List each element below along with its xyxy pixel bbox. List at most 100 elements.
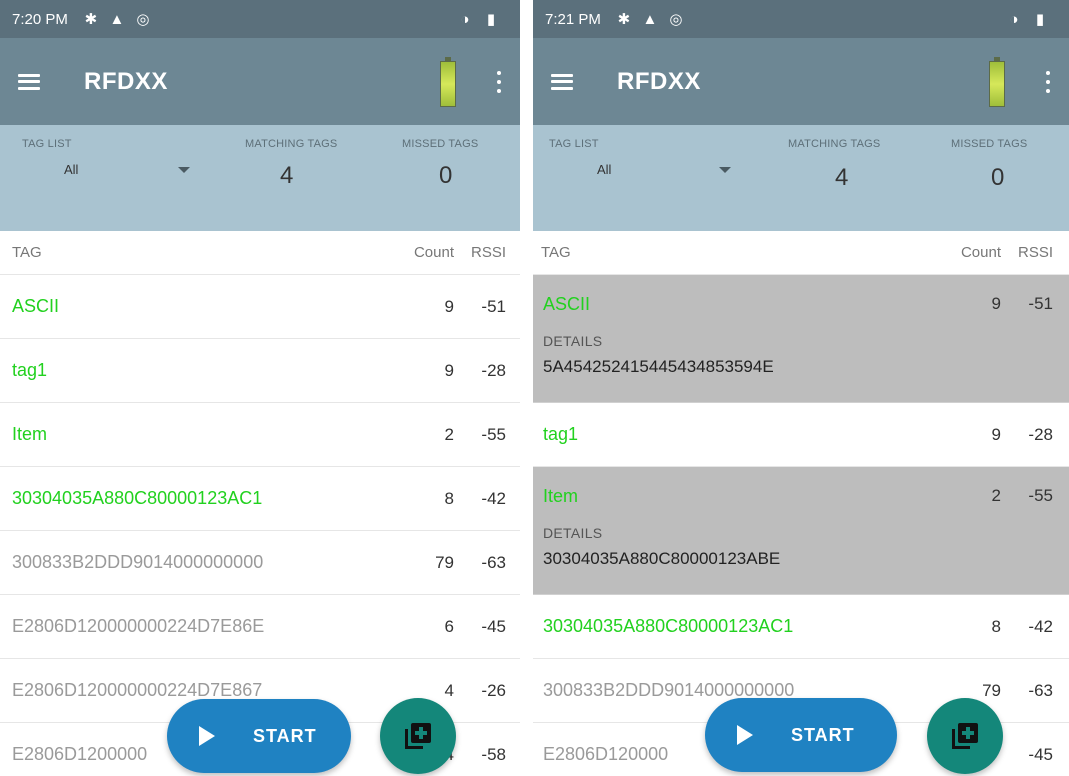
header-count: Count — [960, 244, 1001, 261]
phone-screen-left: 7:20 PM ✱ ▲ ◎ ◑ ▮ RFDXX TAG LIST All MAT… — [0, 0, 520, 776]
tag-count: 4 — [444, 680, 454, 700]
tag-row[interactable]: tag1 9 -28 — [533, 403, 1069, 467]
tag-count: 8 — [444, 488, 454, 508]
tag-rssi: -55 — [1028, 486, 1053, 505]
status-time: 7:21 PM — [545, 10, 601, 28]
sync-icon: ◎ — [669, 11, 683, 28]
add-to-list-button[interactable] — [927, 698, 1003, 774]
vpn-icon: ◑ — [460, 10, 470, 28]
tag-count: 2 — [991, 486, 1001, 505]
tag-rssi: -42 — [481, 488, 506, 508]
tag-row[interactable]: 30304035A880C80000123AC1 8 -42 — [533, 595, 1069, 659]
tag-list-dropdown[interactable]: All — [597, 162, 611, 177]
missed-tags-count: 0 — [991, 164, 1005, 191]
tag-count: 9 — [991, 294, 1001, 313]
battery-status-icon: ▮ — [1035, 11, 1045, 28]
settings-icon: ✱ — [84, 11, 98, 28]
tag-row[interactable]: E2806D120000000224D7E86E 6 -45 — [0, 595, 520, 659]
tag-list-dropdown[interactable]: All — [64, 162, 78, 177]
add-to-list-button[interactable] — [380, 698, 456, 774]
tag-row[interactable]: 30304035A880C80000123AC1 8 -42 — [0, 467, 520, 531]
tag-rssi: -55 — [481, 424, 506, 444]
header-count: Count — [413, 244, 454, 261]
tag-count: 79 — [435, 552, 454, 572]
header-tag: TAG — [12, 244, 42, 261]
tag-list-label: TAG LIST — [22, 138, 72, 150]
tag-row[interactable]: tag1 9 -28 — [0, 339, 520, 403]
app-title: RFDXX — [84, 67, 168, 95]
tag-row[interactable]: ASCII 9 -51 — [0, 275, 520, 339]
tag-id: Item — [12, 424, 48, 444]
tag-row[interactable]: 300833B2DDD9014000000000 79 -63 — [0, 531, 520, 595]
tag-id: E2806D120000000224D7E86E — [12, 616, 265, 636]
matching-tags-count: 4 — [280, 162, 294, 189]
phone-screen-right: 7:21 PM ✱ ▲ ◎ ◑ ▮ RFDXX TAG LIST All MAT… — [533, 0, 1069, 776]
menu-icon[interactable] — [551, 73, 573, 90]
tag-count: 8 — [991, 616, 1001, 636]
app-bar: RFDXX — [0, 38, 520, 125]
header-rssi: RSSI — [1017, 244, 1053, 261]
tag-count: 2 — [444, 424, 454, 444]
tag-row-expanded[interactable]: Item 2 -55 DETAILS 30304035A880C80000123… — [533, 467, 1069, 595]
tag-id: ASCII — [543, 293, 591, 314]
menu-icon[interactable] — [18, 73, 40, 90]
header-tag: TAG — [541, 244, 571, 261]
tag-count: 9 — [991, 424, 1001, 444]
screen-divider — [520, 0, 533, 776]
chevron-down-icon[interactable] — [178, 167, 190, 173]
app-bar: RFDXX — [533, 38, 1069, 125]
filter-panel: TAG LIST All MATCHING TAGS 4 MISSED TAGS… — [0, 125, 520, 231]
overflow-menu-icon[interactable] — [496, 70, 502, 93]
start-button-label: START — [791, 724, 855, 745]
tag-rssi: -45 — [481, 616, 506, 636]
tag-rssi: -58 — [481, 744, 506, 764]
tag-list-header: TAG Count RSSI — [533, 231, 1069, 275]
missed-tags-label: MISSED TAGS — [402, 138, 479, 150]
status-time: 7:20 PM — [12, 10, 68, 28]
sync-icon: ◎ — [136, 11, 150, 28]
start-button[interactable]: START — [167, 699, 351, 773]
start-button[interactable]: START — [705, 698, 897, 772]
details-value: 30304035A880C80000123ABE — [543, 549, 781, 568]
header-rssi: RSSI — [470, 244, 506, 261]
tag-count: 79 — [982, 680, 1001, 700]
warning-icon: ▲ — [109, 10, 125, 28]
tag-rssi: -51 — [481, 296, 506, 316]
status-bar: 7:21 PM ✱ ▲ ◎ ◑ ▮ — [533, 0, 1069, 38]
tag-rssi: -51 — [1028, 294, 1053, 313]
tag-rssi: -42 — [1028, 616, 1053, 636]
battery-level-icon[interactable] — [989, 56, 1005, 107]
tag-rssi: -45 — [1028, 744, 1053, 764]
tag-id: E2806D120000000224D7E867 — [12, 680, 263, 700]
battery-level-icon[interactable] — [440, 56, 456, 107]
start-button-label: START — [253, 725, 317, 746]
filter-panel: TAG LIST All MATCHING TAGS 4 MISSED TAGS… — [533, 125, 1069, 231]
details-label: DETAILS — [543, 525, 603, 541]
tag-id: tag1 — [12, 360, 48, 380]
missed-tags-label: MISSED TAGS — [951, 138, 1028, 150]
tag-row-expanded[interactable]: ASCII 9 -51 DETAILS 5A454252415445434853… — [533, 275, 1069, 403]
overflow-menu-icon[interactable] — [1045, 70, 1051, 93]
tag-count: 6 — [444, 616, 454, 636]
battery-status-icon: ▮ — [486, 11, 496, 28]
missed-tags-count: 0 — [439, 162, 453, 189]
matching-tags-label: MATCHING TAGS — [788, 138, 881, 150]
play-icon — [737, 725, 753, 745]
tag-id: ASCII — [12, 296, 60, 316]
status-bar: 7:20 PM ✱ ▲ ◎ ◑ ▮ — [0, 0, 520, 38]
settings-icon: ✱ — [617, 11, 631, 28]
tag-rssi: -28 — [1028, 424, 1053, 444]
tag-id: 30304035A880C80000123AC1 — [543, 616, 794, 636]
details-label: DETAILS — [543, 333, 603, 349]
tag-id: 300833B2DDD9014000000000 — [12, 552, 264, 572]
tag-id: 30304035A880C80000123AC1 — [12, 488, 263, 508]
tag-id: tag1 — [543, 424, 579, 444]
tag-list-label: TAG LIST — [549, 138, 599, 150]
add-to-list-icon — [952, 723, 978, 749]
app-title: RFDXX — [617, 67, 701, 95]
matching-tags-label: MATCHING TAGS — [245, 138, 338, 150]
tag-row[interactable]: Item 2 -55 — [0, 403, 520, 467]
vpn-icon: ◑ — [1009, 10, 1019, 28]
chevron-down-icon[interactable] — [719, 167, 731, 173]
warning-icon: ▲ — [642, 10, 658, 28]
